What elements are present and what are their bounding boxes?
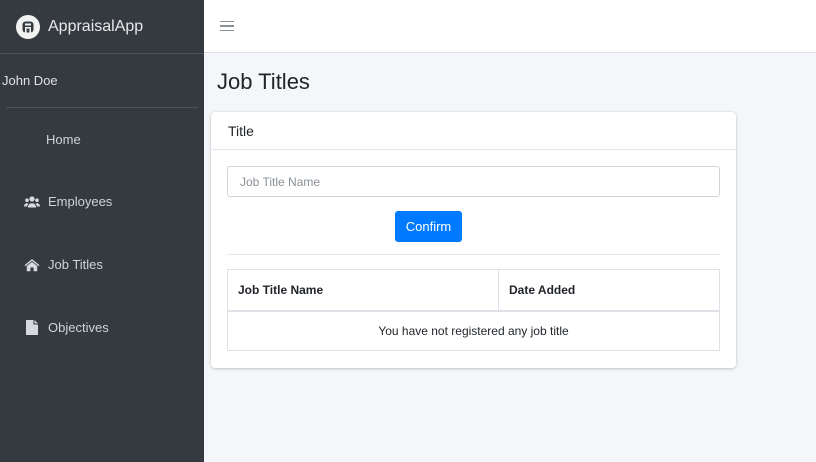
sidebar-item-employees[interactable]: Employees xyxy=(0,170,204,233)
app-root: AppraisalApp John Doe Home Employees Job… xyxy=(0,0,816,462)
sidebar-nav: Home Employees Job Titles Objectives xyxy=(0,108,204,359)
home-icon xyxy=(24,257,40,273)
job-title-name-input[interactable] xyxy=(227,166,720,197)
appraisal-logo-icon xyxy=(16,14,40,39)
hamburger-icon[interactable] xyxy=(220,18,234,35)
table-row: You have not registered any job title xyxy=(227,310,720,351)
card-header: Title xyxy=(211,112,736,150)
sidebar-item-job-titles[interactable]: Job Titles xyxy=(0,233,204,296)
job-title-card: Title Confirm Job Title Name Date Added … xyxy=(211,112,736,368)
top-navbar xyxy=(204,0,816,53)
main-content: Job Titles Title Confirm Job Title Name … xyxy=(204,53,816,462)
sidebar-item-objectives[interactable]: Objectives xyxy=(0,296,204,359)
file-icon xyxy=(24,320,40,336)
confirm-button[interactable]: Confirm xyxy=(395,211,462,242)
card-body: Confirm Job Title Name Date Added You ha… xyxy=(211,150,736,351)
user-panel: John Doe xyxy=(2,54,198,108)
sidebar: AppraisalApp John Doe Home Employees Job… xyxy=(0,0,204,462)
sidebar-item-label: Job Titles xyxy=(48,257,103,272)
sidebar-item-label: Employees xyxy=(48,194,113,209)
column-header-date-added: Date Added xyxy=(498,269,720,312)
divider xyxy=(227,254,720,255)
sidebar-item-home[interactable]: Home xyxy=(0,108,204,170)
users-icon xyxy=(24,194,40,210)
user-name[interactable]: John Doe xyxy=(2,73,58,88)
page-title: Job Titles xyxy=(217,69,310,94)
empty-table-message: You have not registered any job title xyxy=(227,310,720,351)
brand-link[interactable]: AppraisalApp xyxy=(0,0,204,54)
job-titles-table: Job Title Name Date Added You have not r… xyxy=(227,269,720,351)
sidebar-item-label: Home xyxy=(46,131,81,147)
sidebar-item-label: Objectives xyxy=(48,320,109,335)
column-header-job-title-name: Job Title Name xyxy=(227,269,499,312)
brand-name: AppraisalApp xyxy=(48,17,144,35)
table-header-row: Job Title Name Date Added xyxy=(227,269,720,312)
